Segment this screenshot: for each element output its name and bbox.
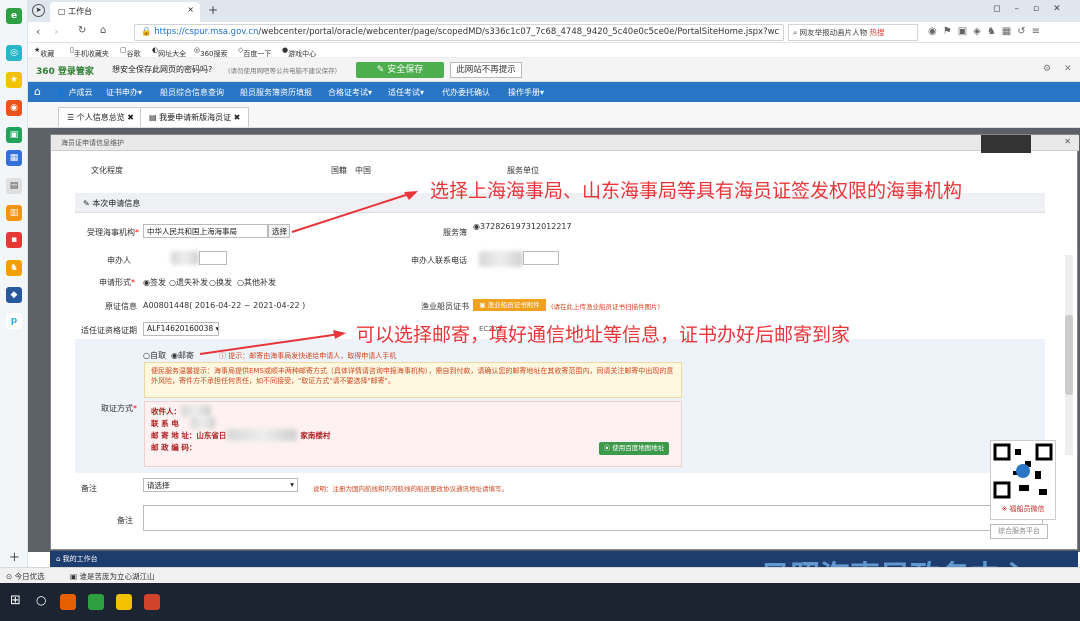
annotation-top: 选择上海海事局、山东海事局等具有海员证签发权限的海事机构 bbox=[430, 180, 963, 202]
qr-pattern bbox=[993, 443, 1053, 499]
windows-start-icon[interactable]: ⊞ bbox=[10, 593, 21, 608]
firefox-icon[interactable] bbox=[60, 594, 76, 610]
today-picks[interactable]: ⊙ 今日优选 bbox=[6, 571, 45, 582]
service-platform-button[interactable]: 综合服务平台 bbox=[990, 524, 1048, 539]
arrow-middle bbox=[199, 333, 341, 355]
explorer-icon[interactable] bbox=[116, 594, 132, 610]
arrow-middle-head bbox=[333, 330, 346, 339]
search-icon[interactable]: ○ bbox=[36, 593, 46, 607]
news-ticker[interactable]: ▣ 谁是苦庞为立心湖江山 bbox=[70, 571, 154, 582]
office-icon[interactable] bbox=[144, 594, 160, 610]
qr-caption: ※ 福船员微信 bbox=[1001, 505, 1045, 513]
qr-code: ※ 福船员微信 bbox=[990, 440, 1056, 520]
arrow-top bbox=[291, 192, 413, 233]
annotation-arrows bbox=[199, 191, 418, 355]
status-bar: ⊙ 今日优选 ▣ 谁是苦庞为立心湖江山 bbox=[0, 567, 1080, 583]
windows-taskbar: ⊞ ○ bbox=[0, 583, 1080, 621]
workbench-button[interactable]: ⌂ 我的工作台 bbox=[56, 554, 98, 564]
browser-360-icon[interactable] bbox=[88, 594, 104, 610]
annotation-middle: 可以选择邮寄，填好通信地址等信息，证书办好后邮寄到家 bbox=[356, 324, 851, 346]
